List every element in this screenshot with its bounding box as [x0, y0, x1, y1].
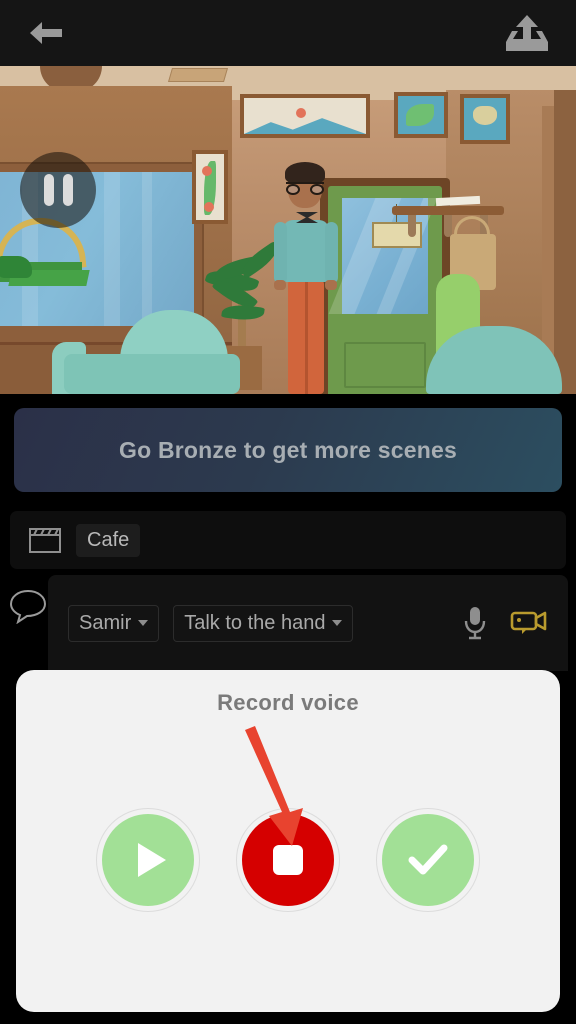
character-arm-right [325, 222, 338, 284]
dialogue-row: Samir Talk to the hand [48, 575, 568, 671]
character-hand-right [325, 280, 337, 290]
scene-preview[interactable] [0, 66, 576, 394]
play-icon [137, 843, 166, 877]
sofa-seat [64, 354, 240, 394]
character-torso [283, 220, 329, 282]
annotation-arrow-icon [245, 726, 303, 846]
pause-button[interactable] [20, 152, 96, 228]
microphone-icon[interactable] [462, 605, 488, 641]
window-sign-pot [0, 256, 32, 278]
door-leaf [328, 186, 442, 394]
clapperboard-icon [29, 528, 61, 553]
character-hair [285, 162, 325, 184]
pause-icon [43, 174, 54, 206]
app-root: Go Bronze to get more scenes Cafe Samir … [0, 0, 576, 1024]
speech-bubble-icon [9, 589, 47, 625]
wall-picture [240, 94, 370, 138]
wall-shelf [392, 206, 504, 215]
scene-selector-row[interactable]: Cafe [10, 511, 566, 569]
share-export-button[interactable] [504, 11, 550, 55]
top-bar [0, 0, 576, 66]
character-glasses [286, 182, 324, 195]
go-bronze-label: Go Bronze to get more scenes [119, 436, 457, 463]
wall-picture [192, 150, 228, 224]
camera-icon[interactable] [510, 607, 548, 639]
wall-picture [460, 94, 510, 144]
upload-export-icon [506, 15, 548, 51]
back-arrow-icon [30, 22, 62, 44]
back-button[interactable] [26, 18, 66, 48]
character-hand-left [274, 280, 286, 290]
character-dropdown-value: Samir [79, 611, 132, 634]
pause-icon-bar [62, 174, 73, 206]
scene-name-chip[interactable]: Cafe [76, 523, 141, 557]
check-icon [408, 844, 448, 875]
action-dropdown-value: Talk to the hand [184, 611, 326, 634]
dialogue-tools [462, 605, 548, 641]
character-dropdown[interactable]: Samir [68, 604, 160, 642]
go-bronze-banner[interactable]: Go Bronze to get more scenes [14, 408, 562, 492]
confirm-record-button[interactable] [376, 808, 480, 912]
ceiling-panel [167, 68, 229, 82]
chevron-down-icon [138, 620, 149, 626]
coat-hook [408, 215, 416, 237]
character-leg-split [305, 280, 308, 394]
record-voice-title: Record voice [217, 690, 359, 715]
chevron-down-icon [332, 620, 343, 626]
wall-picture [394, 92, 448, 138]
speech-bubble-button[interactable] [8, 588, 48, 629]
character-arm-left [274, 222, 287, 284]
play-record-button[interactable] [96, 808, 200, 912]
right-wall-trim [554, 90, 576, 394]
action-dropdown[interactable]: Talk to the hand [173, 604, 354, 642]
